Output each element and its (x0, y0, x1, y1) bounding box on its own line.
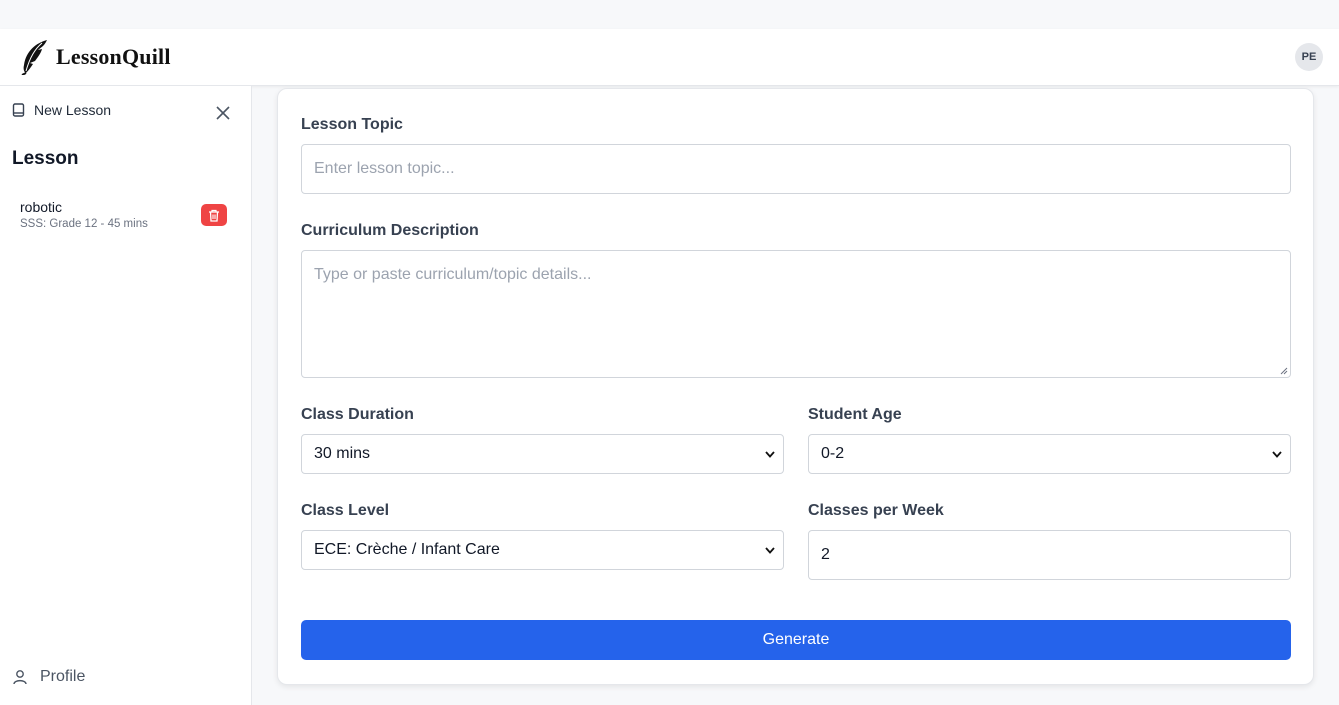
classes-per-week-input[interactable]: 2 (808, 530, 1291, 580)
generate-button[interactable]: Generate (301, 620, 1291, 660)
sidebar: New Lesson Lesson robotic SSS: Grade 12 … (0, 86, 252, 705)
lesson-topic-placeholder: Enter lesson topic... (314, 160, 455, 177)
top-navbar: LessonQuill PE (0, 29, 1339, 86)
lesson-meta: SSS: Grade 12 - 45 mins (20, 218, 148, 230)
student-age-value: 0-2 (821, 445, 845, 462)
profile-link[interactable]: Profile (12, 668, 85, 686)
class-level-select[interactable]: ECE: Crèche / Infant Care (301, 530, 784, 570)
class-level-value: ECE: Crèche / Infant Care (314, 541, 500, 558)
student-age-label: Student Age (808, 406, 902, 423)
classes-per-week-label: Classes per Week (808, 502, 944, 519)
classes-per-week-value: 2 (821, 546, 830, 563)
user-avatar[interactable]: PE (1295, 43, 1323, 71)
curriculum-description-label: Curriculum Description (301, 222, 479, 239)
class-level-label: Class Level (301, 502, 390, 519)
lesson-name: robotic (20, 199, 63, 215)
curriculum-description-placeholder: Type or paste curriculum/topic details..… (314, 266, 592, 283)
new-lesson-button[interactable]: New Lesson (12, 102, 111, 118)
chevron-down-icon (1272, 450, 1282, 458)
class-duration-label: Class Duration (301, 406, 414, 423)
close-icon (216, 106, 230, 120)
app-name: LessonQuill (56, 44, 171, 69)
browser-top-strip (0, 0, 1339, 29)
profile-label: Profile (40, 668, 86, 685)
chevron-down-icon (765, 450, 775, 458)
book-icon (12, 103, 25, 117)
user-icon (13, 670, 27, 685)
app-logo[interactable]: LessonQuill (20, 39, 171, 75)
lesson-list-item[interactable]: robotic SSS: Grade 12 - 45 mins (12, 192, 238, 232)
lesson-form-card: Lesson Topic Enter lesson topic... Curri… (277, 88, 1314, 685)
curriculum-description-textarea[interactable]: Type or paste curriculum/topic details..… (301, 250, 1291, 378)
trash-icon (209, 209, 219, 222)
resize-handle-icon[interactable] (1280, 367, 1288, 375)
delete-lesson-button[interactable] (201, 204, 227, 226)
class-duration-value: 30 mins (314, 445, 371, 462)
class-duration-select[interactable]: 30 mins (301, 434, 784, 474)
student-age-select[interactable]: 0-2 (808, 434, 1291, 474)
new-lesson-label: New Lesson (34, 102, 112, 118)
quill-feather-icon (21, 40, 47, 75)
lesson-topic-label: Lesson Topic (301, 116, 403, 133)
lesson-section-title: Lesson (12, 148, 79, 169)
lesson-topic-input[interactable]: Enter lesson topic... (301, 144, 1291, 194)
close-sidebar-button[interactable] (214, 104, 232, 122)
chevron-down-icon (765, 546, 775, 554)
